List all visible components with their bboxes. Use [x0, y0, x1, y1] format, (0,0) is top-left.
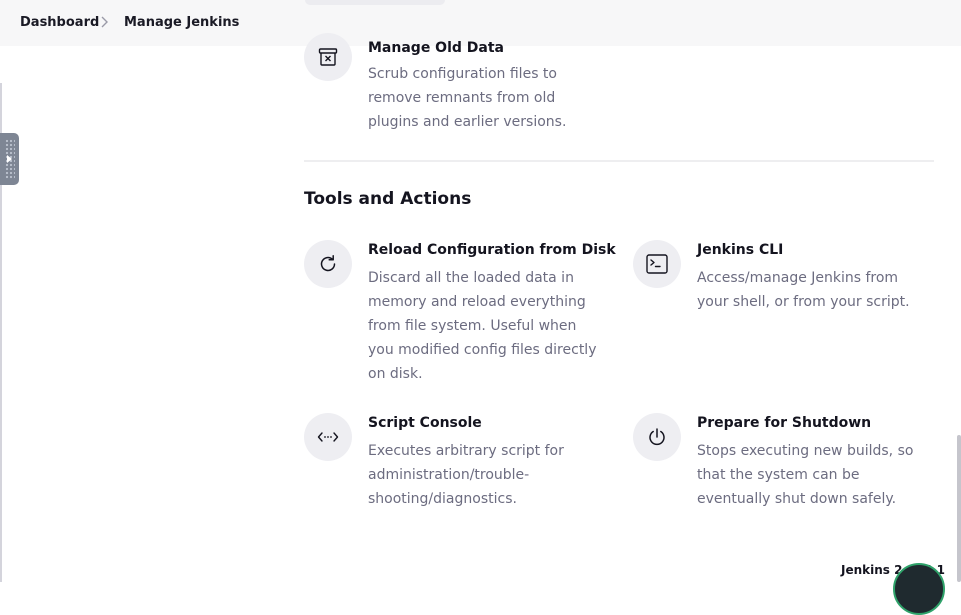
side-panel-toggle[interactable] — [0, 133, 19, 185]
tools-and-actions-heading: Tools and Actions — [304, 189, 472, 209]
icon-circle — [304, 413, 352, 461]
manage-old-data-title[interactable]: Manage Old Data — [368, 40, 504, 56]
terminal-icon — [646, 254, 668, 274]
manage-old-data-item[interactable]: Manage Old Data Scrub configuration file… — [304, 33, 604, 133]
expand-arrow-icon — [7, 155, 12, 163]
reload-configuration-title[interactable]: Reload Configuration from Disk — [368, 242, 616, 258]
header-shadow — [305, 0, 445, 5]
script-console-item[interactable]: Script Console Executes arbitrary script… — [304, 413, 604, 513]
script-console-title[interactable]: Script Console — [368, 415, 482, 431]
power-icon — [649, 428, 665, 446]
reload-configuration-description: Discard all the loaded data in memory an… — [368, 270, 597, 382]
help-button[interactable] — [893, 563, 945, 615]
reload-icon — [320, 255, 336, 272]
jenkins-cli-description: Access/manage Jenkins from your shell, o… — [697, 270, 910, 310]
archive-x-icon — [318, 48, 338, 66]
chevron-right-icon — [101, 16, 108, 28]
section-divider — [304, 160, 934, 162]
icon-circle — [633, 240, 681, 288]
icon-circle — [633, 413, 681, 461]
breadcrumb-manage-jenkins-link[interactable]: Manage Jenkins — [124, 15, 239, 30]
icon-circle — [304, 33, 352, 81]
prepare-for-shutdown-item[interactable]: Prepare for Shutdown Stops executing new… — [633, 413, 933, 513]
prepare-for-shutdown-title[interactable]: Prepare for Shutdown — [697, 415, 871, 431]
breadcrumb-dashboard-link[interactable]: Dashboard — [20, 15, 99, 30]
jenkins-cli-item[interactable]: Jenkins CLI Access/manage Jenkins from y… — [633, 240, 933, 320]
manage-old-data-description: Scrub configuration files to remove remn… — [368, 66, 567, 130]
jenkins-cli-title[interactable]: Jenkins CLI — [697, 242, 783, 258]
script-console-description: Executes arbitrary script for administra… — [368, 443, 564, 507]
reload-configuration-item[interactable]: Reload Configuration from Disk Discard a… — [304, 240, 616, 390]
icon-circle — [304, 240, 352, 288]
code-icon — [317, 432, 339, 442]
prepare-for-shutdown-description: Stops executing new builds, so that the … — [697, 443, 914, 507]
scrollbar-thumb[interactable] — [957, 435, 961, 582]
